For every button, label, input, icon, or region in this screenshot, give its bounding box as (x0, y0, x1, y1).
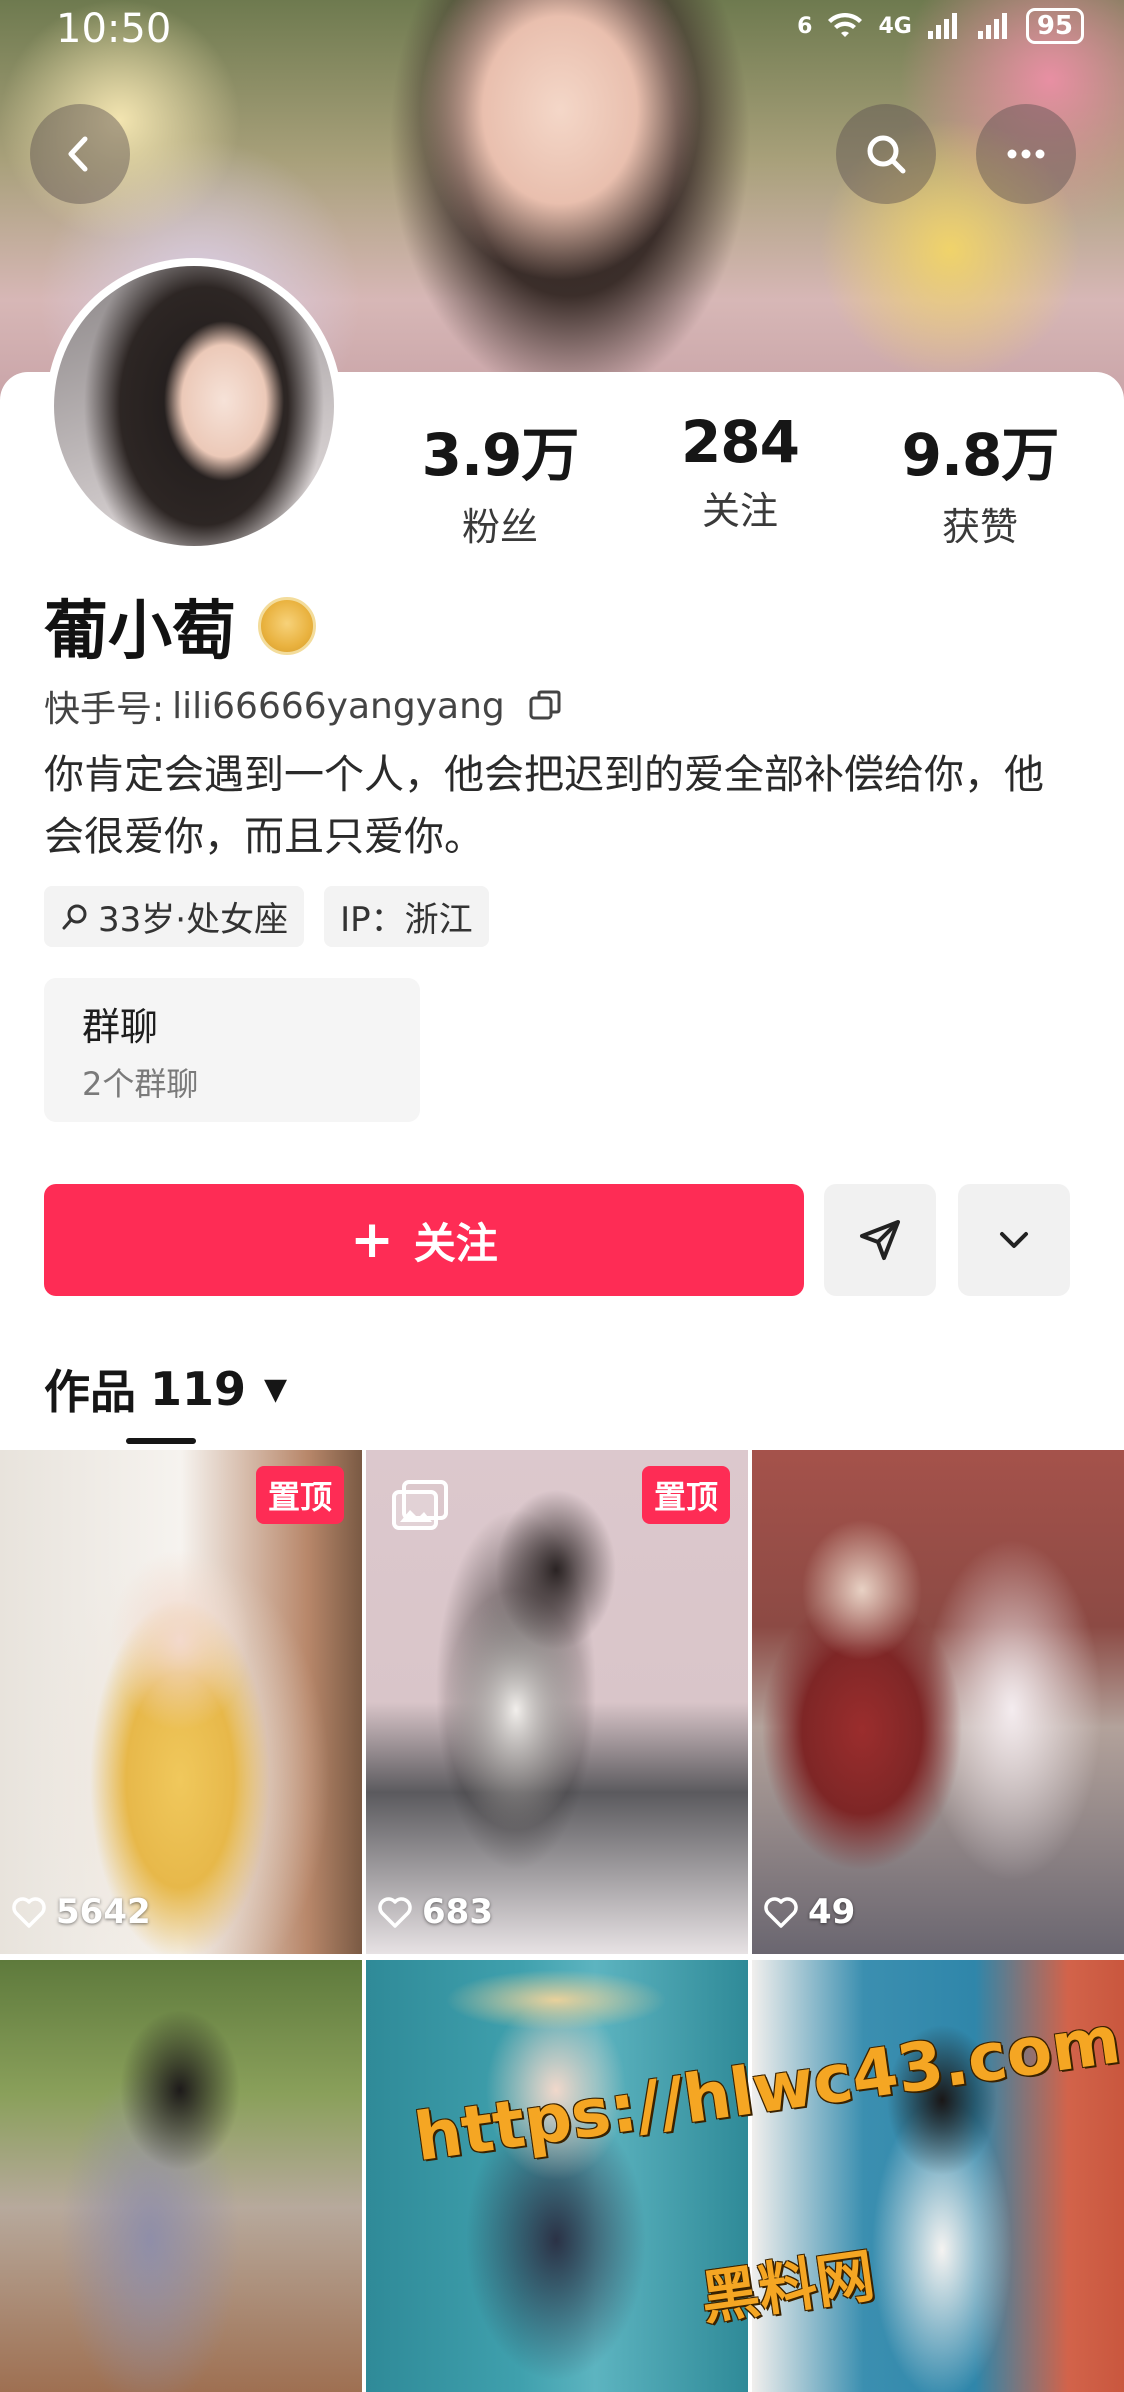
heart-icon (764, 1897, 798, 1928)
plus-icon: + (350, 1210, 394, 1270)
search-button[interactable] (836, 104, 936, 204)
pinned-badge: 置顶 (255, 1466, 344, 1524)
account-id-row: 快手号: lili66666yangyang (44, 680, 563, 732)
signal-icon-2 (977, 13, 1007, 39)
more-button[interactable] (976, 104, 1076, 204)
avatar-image (54, 266, 334, 546)
follow-button[interactable]: + 关注 (44, 1184, 804, 1296)
tag-ip-location: IP：浙江 (324, 886, 489, 947)
account-label: 快手号: (44, 689, 165, 730)
heart-icon (12, 1897, 46, 1928)
signal-prefix: 6 (797, 13, 813, 39)
like-count: 5642 (10, 1892, 151, 1932)
name-row: 葡小萄 (44, 580, 316, 672)
stat-label: 获赞 (941, 505, 1018, 549)
more-horizontal-icon (1007, 149, 1045, 159)
like-count: 49 (762, 1892, 855, 1932)
expand-button[interactable] (958, 1184, 1070, 1296)
copy-icon[interactable] (527, 688, 563, 724)
network-type: 4G (878, 13, 912, 39)
stat-value: 9.8万 (901, 421, 1060, 489)
like-count-value: 5642 (56, 1892, 151, 1932)
tag-label: IP：浙江 (340, 900, 473, 940)
search-icon (62, 904, 87, 929)
stat-label: 粉丝 (461, 505, 538, 549)
posts-grid: 置顶 5642 置顶 683 49 (0, 1450, 1124, 2392)
post-tile[interactable] (0, 1960, 362, 2392)
profile-bio: 你肯定会遇到一个人，他会把迟到的爱全部补偿给你，他会很爱你，而且只爱你。 (44, 752, 1044, 860)
follow-label: 关注 (413, 1218, 498, 1268)
battery-indicator: 95 (1025, 8, 1084, 44)
multi-image-icon (392, 1480, 448, 1530)
group-chat-subtitle: 2个群聊 (82, 1065, 199, 1103)
chevron-down-icon (1000, 1232, 1028, 1248)
account-id: lili66666yangyang (172, 685, 505, 727)
post-tile[interactable]: 置顶 683 (366, 1450, 748, 1954)
heart-icon (378, 1897, 412, 1928)
stat-likes[interactable]: 9.8万 获赞 (860, 408, 1100, 551)
group-chat-card[interactable]: 群聊 2个群聊 (44, 978, 420, 1122)
stat-label: 关注 (701, 489, 778, 533)
like-count-value: 49 (808, 1892, 856, 1932)
tab-indicator (126, 1438, 196, 1444)
tag-age-zodiac: 33岁·处女座 (44, 886, 305, 947)
group-chat-title: 群聊 (82, 1005, 159, 1049)
status-time: 10:50 (56, 6, 172, 52)
avatar[interactable] (46, 258, 342, 554)
post-tile[interactable] (366, 1960, 748, 2392)
stat-following[interactable]: 284 关注 (620, 408, 860, 551)
profile-name: 葡小萄 (44, 595, 236, 669)
tab-works[interactable]: 作品 119 ▼ (44, 1356, 287, 1422)
send-icon (860, 1220, 900, 1260)
works-label: 作品 (44, 1365, 136, 1419)
medal-badge-icon[interactable] (258, 597, 316, 655)
like-count-value: 683 (422, 1892, 493, 1932)
status-icons: 6 4G 95 (797, 8, 1084, 44)
pinned-badge: 置顶 (641, 1466, 730, 1524)
stat-value: 3.9万 (421, 421, 580, 489)
stats-row: 3.9万 粉丝 284 关注 9.8万 获赞 (380, 408, 1100, 551)
profile-tags: 33岁·处女座 IP：浙江 (44, 886, 489, 947)
wifi-icon (828, 12, 863, 37)
search-icon (867, 135, 906, 174)
stat-value: 284 (680, 408, 800, 476)
signal-icon (927, 13, 957, 39)
post-tile[interactable]: 49 (752, 1450, 1124, 1954)
tag-label: 33岁·处女座 (98, 900, 289, 940)
caret-down-icon: ▼ (264, 1371, 288, 1407)
like-count: 683 (376, 1892, 493, 1932)
status-bar: 10:50 6 4G 95 (0, 0, 1124, 56)
send-message-button[interactable] (824, 1184, 936, 1296)
back-button[interactable] (30, 104, 130, 204)
post-tile[interactable]: 置顶 5642 (0, 1450, 362, 1954)
works-count: 119 (150, 1362, 247, 1416)
stat-followers[interactable]: 3.9万 粉丝 (380, 408, 620, 551)
chevron-left-icon (68, 136, 88, 172)
